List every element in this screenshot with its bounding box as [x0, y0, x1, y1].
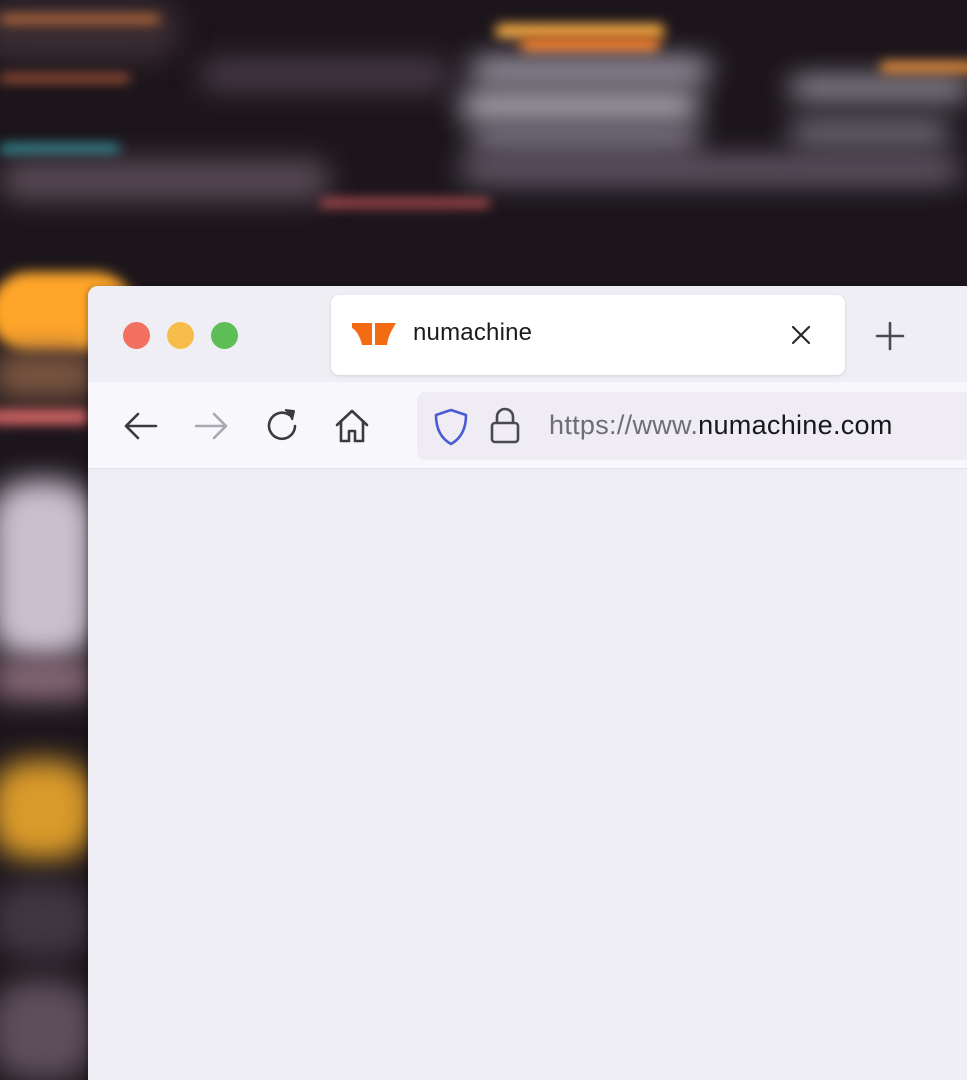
background-light [0, 410, 90, 424]
background-light [470, 130, 700, 148]
plus-icon[interactable] [874, 320, 906, 352]
url-text[interactable]: https://www.numachine.com [549, 410, 893, 441]
desktop-background: numachine https://www.numachine.com [0, 0, 967, 1080]
url-scheme: https://www. [549, 410, 699, 440]
background-light [0, 480, 95, 660]
background-light [0, 16, 160, 22]
page-content-area [88, 469, 967, 1080]
navigation-toolbar: https://www.numachine.com [88, 382, 967, 469]
close-icon[interactable] [787, 321, 815, 349]
background-light [0, 160, 330, 200]
background-light [460, 95, 700, 117]
address-bar[interactable]: https://www.numachine.com [417, 392, 967, 460]
background-light [200, 60, 450, 90]
background-light [0, 980, 95, 1080]
background-light [460, 158, 960, 182]
tab-title: numachine [413, 319, 533, 346]
shield-icon[interactable] [433, 408, 469, 446]
arrow-right-icon[interactable] [191, 406, 231, 446]
background-light [520, 38, 660, 52]
lock-icon[interactable] [489, 406, 521, 444]
window-maximize-button[interactable] [211, 322, 238, 349]
numachine-logo-icon [352, 323, 396, 345]
window-close-button[interactable] [123, 322, 150, 349]
background-light [0, 145, 120, 153]
window-minimize-button[interactable] [167, 322, 194, 349]
browser-window: numachine https://www.numachine.com [88, 286, 967, 1080]
home-icon[interactable] [332, 406, 372, 446]
reload-icon[interactable] [263, 406, 303, 446]
background-light [0, 880, 95, 960]
background-light [0, 350, 100, 400]
background-light [0, 0, 180, 60]
background-light [0, 76, 130, 81]
url-domain: numachine.com [698, 410, 893, 440]
tab-bar: numachine [88, 286, 967, 382]
background-light [0, 760, 95, 860]
background-light [790, 80, 967, 96]
background-light [790, 125, 950, 139]
background-light [880, 62, 967, 72]
tab-numachine[interactable]: numachine [331, 295, 845, 375]
background-light [495, 24, 665, 38]
arrow-left-icon[interactable] [121, 406, 161, 446]
background-light [0, 660, 95, 700]
background-light [320, 200, 490, 206]
background-light [470, 60, 710, 80]
